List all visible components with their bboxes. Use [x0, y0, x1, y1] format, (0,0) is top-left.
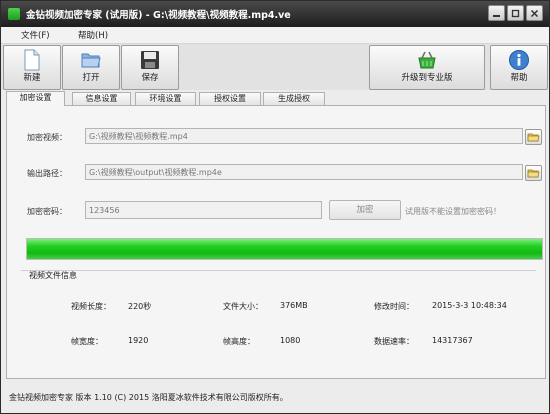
shopping-basket-icon [418, 51, 436, 69]
progress-bar [26, 238, 543, 260]
toolbar: 新建 打开 保存 升级到专业版 帮助 [1, 44, 549, 90]
upgrade-button[interactable]: 升级到专业版 [369, 45, 485, 90]
title-bar[interactable]: 金钻视频加密专家 (试用版) - G:\视频教程\视频教程.mp4.ve [1, 1, 549, 27]
upgrade-label: 升级到专业版 [401, 73, 453, 83]
output-path-field[interactable]: G:\视频教程\output\视频教程.mp4e [85, 164, 523, 180]
modified-time-value: 2015-3-3 10:48:34 [432, 301, 507, 310]
app-window: 金钻视频加密专家 (试用版) - G:\视频教程\视频教程.mp4.ve 文件(… [0, 0, 550, 414]
help-button[interactable]: 帮助 [490, 45, 548, 90]
tab-environment-settings[interactable]: 环境设置 [135, 92, 196, 105]
menu-bar: 文件(F) 帮助(H) [1, 27, 549, 44]
tab-generate-license[interactable]: 生成授权 [263, 92, 325, 105]
new-label: 新建 [23, 73, 41, 83]
duration-label: 视频长度： [71, 302, 111, 311]
close-icon [530, 9, 539, 17]
maximize-button[interactable] [507, 5, 524, 21]
tab-encrypt-settings[interactable]: 加密设置 [6, 91, 65, 106]
close-button[interactable] [526, 5, 543, 21]
menu-help[interactable]: 帮助(H) [78, 29, 108, 41]
minimize-icon [493, 14, 500, 17]
open-button[interactable]: 打开 [62, 45, 120, 90]
folder-icon [81, 53, 101, 68]
password-hint: 试用版不能设置加密密码！ [405, 207, 501, 216]
data-rate-label: 数据速率： [374, 337, 414, 346]
open-folder-icon [527, 133, 540, 142]
encrypt-button[interactable]: 加密 [329, 200, 401, 220]
maximize-icon [511, 9, 520, 17]
video-info-title: 视频文件信息 [29, 271, 77, 280]
save-button[interactable]: 保存 [121, 45, 179, 90]
data-rate-value: 14317367 [432, 336, 473, 345]
password-label: 加密密码： [27, 207, 67, 216]
save-label: 保存 [141, 73, 159, 83]
browse-output-button[interactable] [525, 165, 542, 181]
browse-video-button[interactable] [525, 129, 542, 145]
help-label: 帮助 [510, 73, 528, 83]
file-size-value: 376MB [280, 301, 308, 310]
tab-info-settings[interactable]: 信息设置 [72, 92, 131, 105]
window-title: 金钻视频加密专家 (试用版) - G:\视频教程\视频教程.mp4.ve [26, 10, 291, 21]
output-label: 输出路径： [27, 169, 67, 178]
frame-height-value: 1080 [280, 336, 301, 345]
menu-file[interactable]: 文件(F) [21, 29, 50, 41]
video-path-field[interactable]: G:\视频教程\视频教程.mp4 [85, 128, 523, 144]
minimize-button[interactable] [488, 5, 505, 21]
status-bar: 金钻视频加密专家 版本 1.10 (C) 2015 洛阳夏冰软件技术有限公司版权… [1, 387, 549, 405]
tab-license-settings[interactable]: 授权设置 [199, 92, 261, 105]
password-field[interactable]: 123456 [85, 201, 322, 219]
floppy-disk-icon [141, 51, 159, 69]
new-button[interactable]: 新建 [3, 45, 61, 90]
window-controls [488, 5, 543, 21]
frame-width-label: 帧宽度： [71, 337, 103, 346]
frame-height-label: 帧高度： [223, 337, 255, 346]
file-size-label: 文件大小： [223, 302, 263, 311]
status-text: 金钻视频加密专家 版本 1.10 (C) 2015 洛阳夏冰软件技术有限公司版权… [9, 393, 288, 402]
app-icon [8, 8, 20, 20]
frame-width-value: 1920 [128, 336, 149, 345]
video-info-group [21, 270, 536, 371]
tab-strip: 加密设置 信息设置 环境设置 授权设置 生成授权 [1, 91, 549, 106]
open-folder-icon [527, 169, 540, 178]
open-label: 打开 [82, 73, 100, 83]
video-label: 加密视频： [27, 133, 67, 142]
new-document-icon [24, 49, 40, 71]
modified-time-label: 修改时间： [374, 302, 414, 311]
info-icon [509, 50, 529, 70]
duration-value: 220秒 [128, 302, 152, 311]
progress-fill [27, 239, 542, 259]
